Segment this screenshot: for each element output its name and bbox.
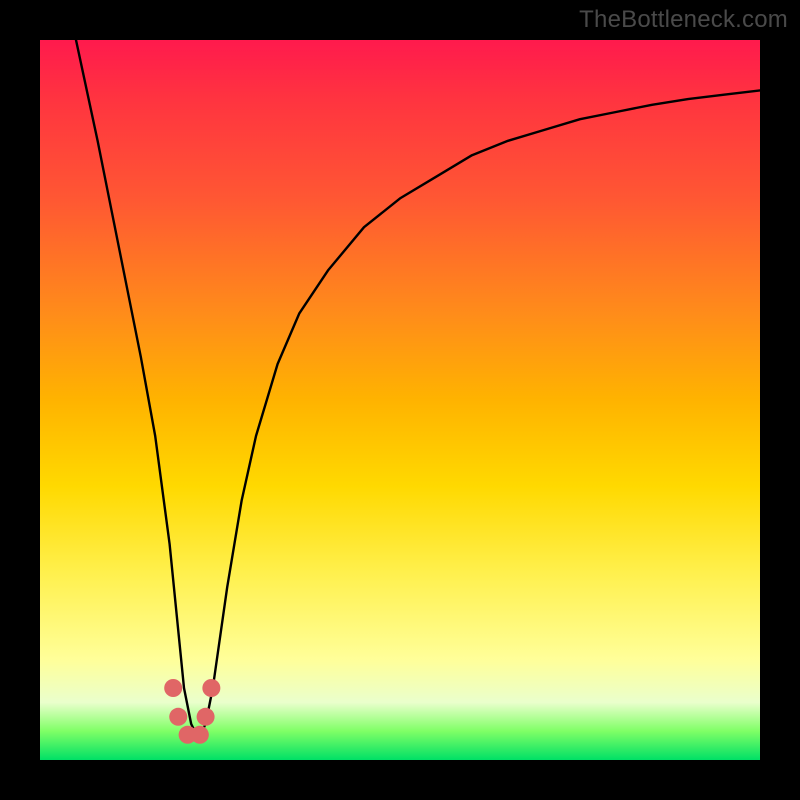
watermark-text: TheBottleneck.com — [579, 6, 788, 34]
plot-area — [40, 40, 760, 760]
bottleneck-curve-path — [76, 40, 760, 738]
highlight-dot — [191, 726, 209, 744]
bottleneck-curve — [76, 40, 760, 738]
highlight-dot — [202, 679, 220, 697]
chart-frame: TheBottleneck.com — [0, 0, 800, 800]
highlight-dot — [164, 679, 182, 697]
highlight-dot — [197, 708, 215, 726]
highlight-dots — [164, 679, 220, 744]
chart-svg — [40, 40, 760, 760]
highlight-dot — [169, 708, 187, 726]
